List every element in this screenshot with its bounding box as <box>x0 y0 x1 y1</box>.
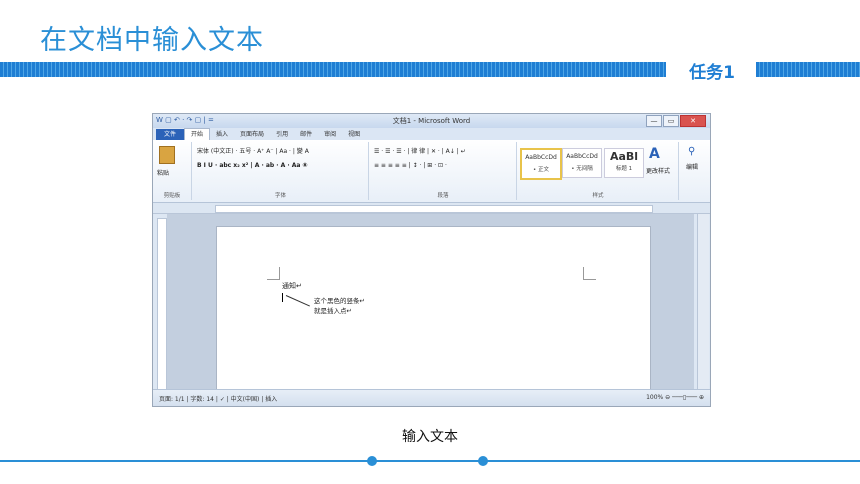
horizontal-ruler[interactable] <box>153 203 710 214</box>
header-band-right <box>756 62 860 77</box>
slide-title: 在文档中输入文本 <box>40 25 264 56</box>
zoom-level[interactable]: 100% ⊖ ───▯─── ⊕ <box>646 394 704 401</box>
vertical-ruler[interactable] <box>157 218 167 390</box>
group-label-paragraph: 段落 <box>437 193 449 199</box>
word-titlebar: W ▢ ↶ · ↷ ▢ | = 文档1 - Microsoft Word — ▭ ✕ <box>153 114 710 128</box>
font-size-select[interactable]: 五号 <box>239 148 251 155</box>
font-row-2[interactable]: B I U · abc x₂ x² | A · ab · A · Aa ⑧ <box>197 162 308 169</box>
tab-home[interactable]: 开始 <box>184 128 211 140</box>
style-normal[interactable]: AaBbCcDd • 正文 <box>520 148 562 180</box>
style-name: • 正文 <box>533 167 549 173</box>
style-heading-1[interactable]: AaBl 标题 1 <box>604 148 644 178</box>
margin-corner-mark <box>267 267 280 280</box>
paste-icon[interactable] <box>159 146 175 164</box>
style-name: • 无间隔 <box>571 166 593 172</box>
group-label-font: 字体 <box>274 193 286 199</box>
group-label-clipboard: 剪贴板 <box>163 193 181 199</box>
document-text-line: 通知↵ <box>282 282 302 290</box>
editing-button[interactable]: 编辑 <box>686 162 698 171</box>
divider-dot-right <box>478 456 488 466</box>
divider-dot-left <box>367 456 377 466</box>
style-sample: AaBl <box>609 150 639 163</box>
group-paragraph: ☰ · ☰ · ☰ · | 律 律 | ✕ · | A↓ | ↵ ≡ ≡ ≡ ≡… <box>370 142 517 200</box>
ruler-track <box>215 205 653 213</box>
status-info: 页面: 1/1 | 字数: 14 | ✓ | 中文(中国) | 插入 <box>159 396 278 403</box>
callout-line <box>285 295 310 307</box>
binoculars-icon: ⚲ <box>688 146 696 157</box>
zoom-value: 100% <box>646 394 664 401</box>
style-name: 标题 1 <box>615 166 633 172</box>
paragraph-row-1[interactable]: ☰ · ☰ · ☰ · | 律 律 | ✕ · | A↓ | ↵ <box>374 146 466 155</box>
close-button[interactable]: ✕ <box>680 115 706 127</box>
document-area: 通知↵ 这个黑色的竖条↵ 就是插入点↵ <box>167 214 694 398</box>
group-clipboard: 粘贴 剪贴板 <box>153 142 192 200</box>
font-row-1: 宋体 (中文正) · 五号 · A⁺ A⁻ | Aa · | 變 A <box>197 148 309 155</box>
status-bar: 页面: 1/1 | 字数: 14 | ✓ | 中文(中国) | 插入 100% … <box>153 389 710 406</box>
font-face-select[interactable]: 宋体 (中文正) <box>197 148 234 155</box>
callout-line-1: 这个黑色的竖条↵ <box>314 297 365 305</box>
header-band-left <box>0 62 666 77</box>
style-sample: AaBbCcDd <box>525 154 557 161</box>
header-band: 任务1 <box>0 62 860 83</box>
minimize-button[interactable]: — <box>646 115 662 127</box>
insertion-point <box>282 293 283 302</box>
change-styles-button[interactable]: 更改样式 <box>646 166 670 175</box>
group-styles: AaBbCcDd • 正文 AaBbCcDd • 无间隔 AaBl 标题 1 A… <box>518 142 679 200</box>
word-screenshot: W ▢ ↶ · ↷ ▢ | = 文档1 - Microsoft Word — ▭ ✕… <box>152 113 711 407</box>
callout-line-2: 就是插入点↵ <box>314 307 352 315</box>
task-label: 任务1 <box>689 63 735 83</box>
maximize-button[interactable]: ▭ <box>663 115 679 127</box>
margin-corner-mark <box>583 267 596 280</box>
style-no-spacing[interactable]: AaBbCcDd • 无间隔 <box>562 148 602 178</box>
group-font: 宋体 (中文正) · 五号 · A⁺ A⁻ | Aa · | 變 A B I U… <box>193 142 369 200</box>
figure-caption: 输入文本 <box>402 429 458 445</box>
document-page[interactable]: 通知↵ 这个黑色的竖条↵ 就是插入点↵ <box>216 226 651 398</box>
window-title: 文档1 - Microsoft Word <box>392 117 471 125</box>
style-sample: AaBbCcDd <box>566 153 598 160</box>
ribbon: 粘贴 剪贴板 宋体 (中文正) · 五号 · A⁺ A⁻ | Aa · | 變 … <box>153 140 710 203</box>
group-label-styles: 样式 <box>592 193 604 199</box>
bottom-divider <box>0 460 860 462</box>
change-styles-icon: A <box>649 146 660 162</box>
vertical-scrollbar[interactable] <box>697 214 709 389</box>
ribbon-tabs: 文件 开始 插入 页面布局 引用 邮件 审阅 视图 <box>153 128 710 141</box>
window-buttons: — ▭ ✕ <box>645 115 706 127</box>
callout-text: 这个黑色的竖条↵ 就是插入点↵ <box>314 296 365 316</box>
paste-button[interactable]: 粘贴 <box>157 168 169 177</box>
paragraph-row-2[interactable]: ≡ ≡ ≡ ≡ ≡ | ↕ · | ⊞ · ⊡ · <box>374 162 447 169</box>
group-editing: ⚲ 编辑 <box>680 142 708 200</box>
